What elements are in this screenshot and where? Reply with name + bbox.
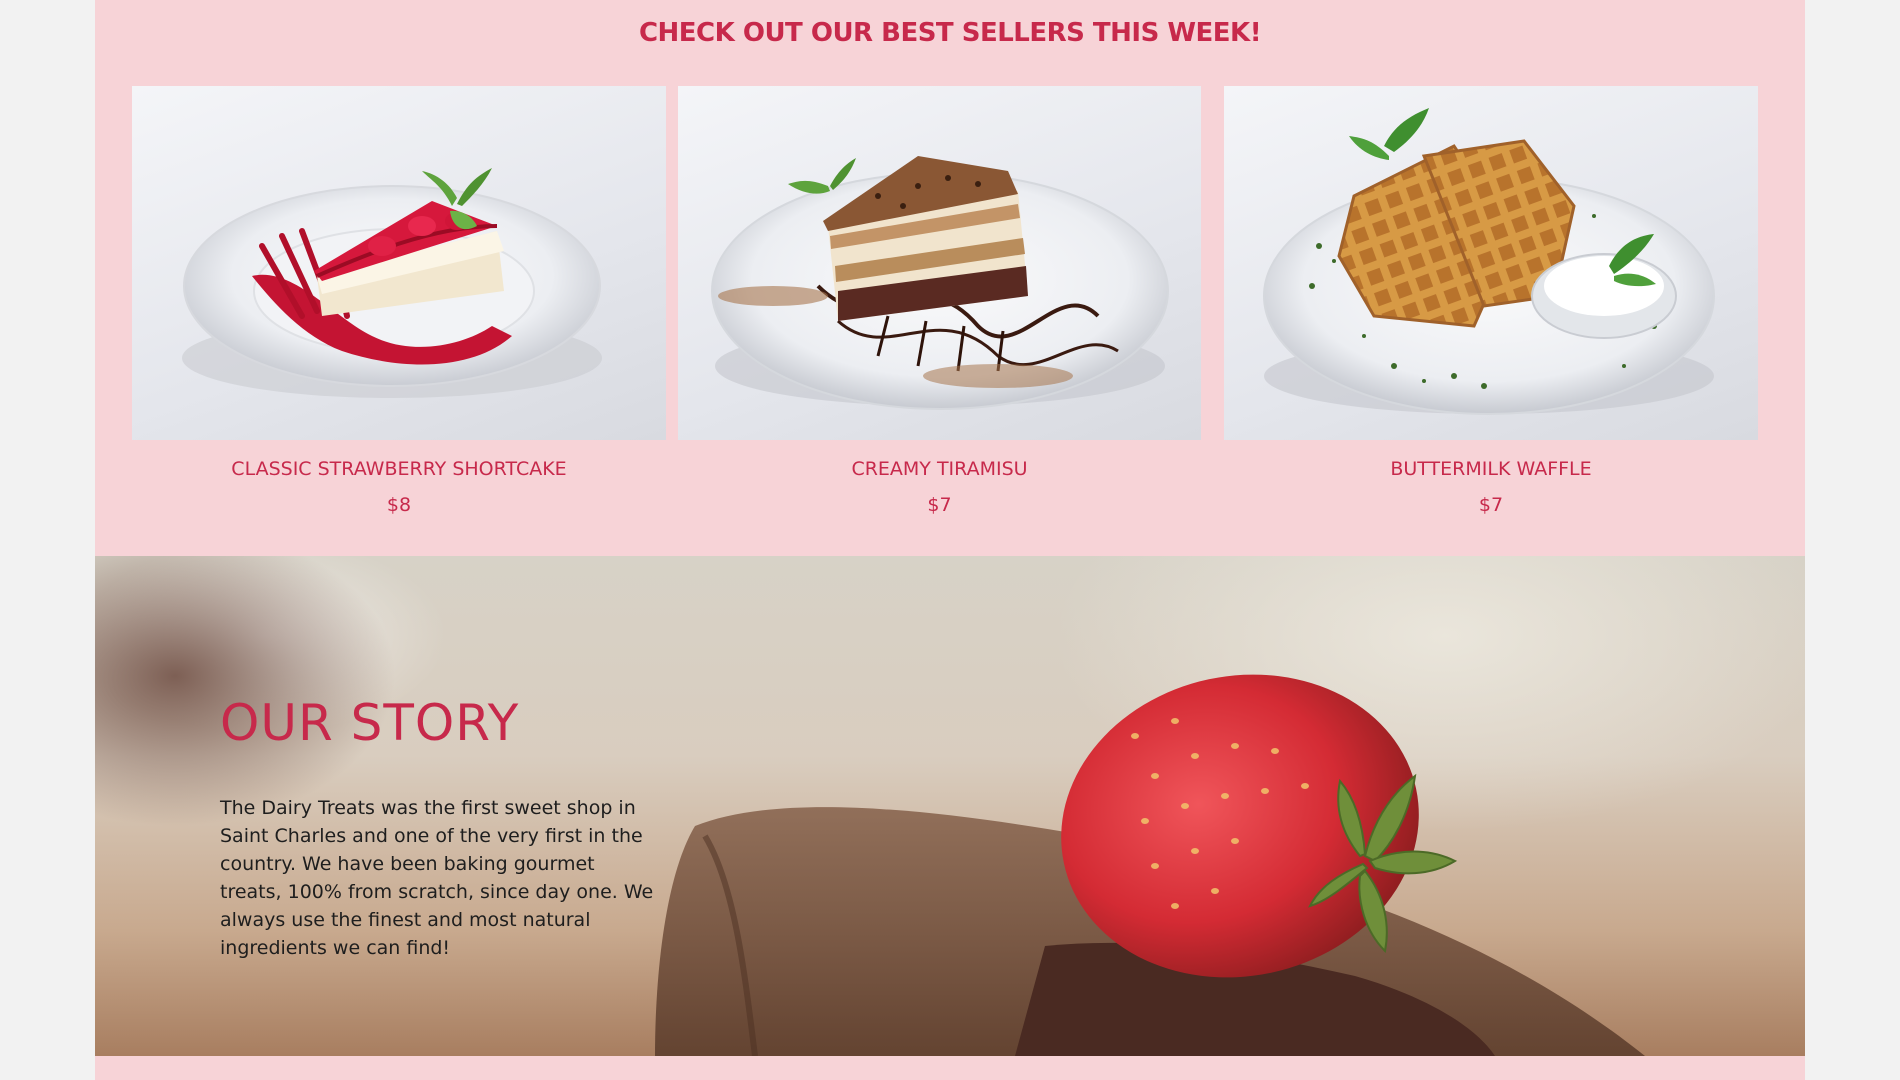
- buttermilk-waffle-image[interactable]: [1224, 86, 1758, 440]
- product-name[interactable]: CLASSIC STRAWBERRY SHORTCAKE: [132, 458, 666, 480]
- strawberry-shortcake-image[interactable]: [132, 86, 666, 440]
- product-name[interactable]: CREAMY TIRAMISU: [678, 458, 1201, 480]
- product-price: $7: [927, 494, 952, 516]
- footer-strip: [95, 1056, 1805, 1080]
- our-story-text: The Dairy Treats was the first sweet sho…: [220, 797, 654, 959]
- our-story-heading: OUR STORY: [220, 694, 520, 752]
- tiramisu-photo: [711, 156, 1169, 410]
- product-price: $8: [386, 494, 412, 516]
- product-price: $7: [1478, 494, 1504, 516]
- waffle-photo: [1263, 108, 1715, 415]
- page: CHECK OUT OUR BEST SELLERS THIS WEEK! CL…: [95, 0, 1805, 1080]
- strawberry-shortcake-photo: [182, 168, 602, 398]
- best-sellers-section: CHECK OUT OUR BEST SELLERS THIS WEEK! CL…: [95, 0, 1805, 556]
- our-story-section: OUR STORY The Dairy Treats was the first…: [95, 556, 1805, 1056]
- product-name[interactable]: BUTTERMILK WAFFLE: [1224, 458, 1758, 480]
- best-sellers-heading: CHECK OUT OUR BEST SELLERS THIS WEEK!: [638, 18, 1262, 48]
- tiramisu-image[interactable]: [678, 86, 1201, 440]
